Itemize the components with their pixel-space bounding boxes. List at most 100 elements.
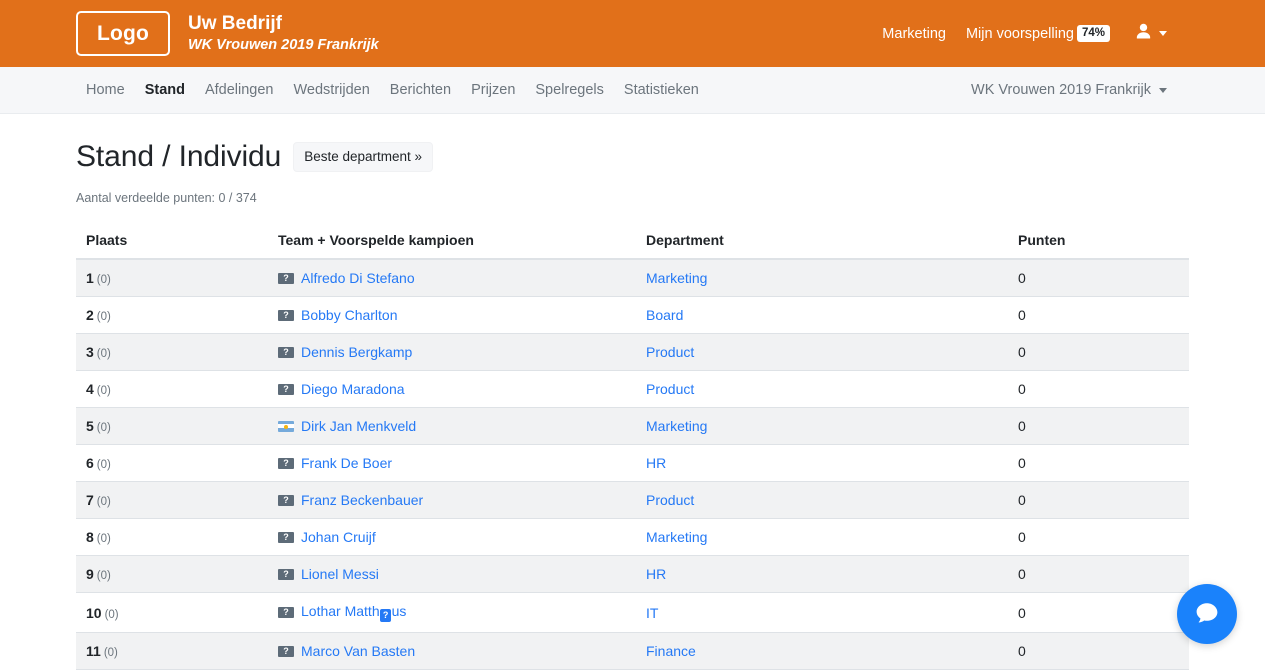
chevron-down-icon bbox=[1159, 87, 1167, 93]
table-row: 11 (0)? Marco Van Basten Finance 0 bbox=[76, 632, 1189, 670]
user-icon bbox=[1134, 22, 1153, 46]
table-row: 1 (0)? Alfredo Di Stefano Marketing 0 bbox=[76, 258, 1189, 297]
rank-delta: (0) bbox=[96, 459, 111, 471]
cell-department: HR bbox=[636, 444, 1008, 482]
cell-team: Dirk Jan Menkveld bbox=[268, 407, 636, 445]
team-name-link[interactable]: Marco Van Basten bbox=[301, 643, 415, 659]
rank-number: 5 bbox=[86, 418, 94, 434]
table-row: 2 (0) ? Bobby Charlton Board 0 bbox=[76, 296, 1189, 334]
flag-icon-unknown: ? bbox=[278, 346, 294, 358]
rank-number: 7 bbox=[86, 492, 94, 508]
tournament-selector[interactable]: WK Vrouwen 2019 Frankrijk bbox=[971, 82, 1245, 98]
nav-item-afdelingen[interactable]: Afdelingen bbox=[195, 82, 284, 98]
column-header-plaats: Plaats bbox=[76, 223, 268, 260]
department-link[interactable]: Product bbox=[646, 381, 694, 397]
header-link-marketing[interactable]: Marketing bbox=[872, 26, 956, 42]
cell-punten: 0 bbox=[1008, 333, 1189, 371]
team-name-link[interactable]: Dennis Bergkamp bbox=[301, 344, 412, 360]
cell-plaats: 7 (0) bbox=[76, 481, 268, 519]
user-menu[interactable] bbox=[1134, 22, 1167, 46]
nav-item-spelregels[interactable]: Spelregels bbox=[525, 82, 614, 98]
department-link[interactable]: IT bbox=[646, 605, 658, 621]
logo-text: Logo bbox=[96, 21, 150, 45]
department-link[interactable]: Finance bbox=[646, 643, 696, 659]
team-name-link[interactable]: Diego Maradona bbox=[301, 381, 405, 397]
nav-item-prijzen[interactable]: Prijzen bbox=[461, 82, 525, 98]
nav-item-statistieken[interactable]: Statistieken bbox=[614, 82, 709, 98]
nav-item-stand[interactable]: Stand bbox=[135, 82, 195, 98]
department-link[interactable]: HR bbox=[646, 455, 666, 471]
department-link[interactable]: Marketing bbox=[646, 529, 707, 545]
chevron-down-icon bbox=[1159, 31, 1167, 36]
rank-number: 1 bbox=[86, 270, 94, 286]
flag-icon-argentina bbox=[278, 420, 294, 432]
department-link[interactable]: Product bbox=[646, 492, 694, 508]
flag-icon-unknown: ? bbox=[278, 531, 294, 543]
chat-bubble-icon bbox=[1192, 598, 1222, 631]
team-name-link[interactable]: Frank De Boer bbox=[301, 455, 392, 471]
cell-punten: 0 bbox=[1008, 296, 1189, 334]
team-name-link[interactable]: Lothar Matth? us bbox=[301, 603, 406, 622]
rank-number: 2 bbox=[86, 307, 94, 323]
standings-table: Plaats Team + Voorspelde kampioen Depart… bbox=[76, 223, 1189, 672]
rank-delta: (0) bbox=[103, 647, 118, 659]
nav-items: Home Stand Afdelingen Wedstrijden Berich… bbox=[76, 82, 709, 98]
table-header-row: Plaats Team + Voorspelde kampioen Depart… bbox=[76, 223, 1189, 260]
cell-punten: 0 bbox=[1008, 555, 1189, 593]
cell-punten: 0 bbox=[1008, 481, 1189, 519]
logo-box[interactable]: Logo bbox=[76, 11, 170, 56]
cell-department: Finance bbox=[636, 632, 1008, 670]
flag-icon-unknown: ? bbox=[278, 272, 294, 284]
cell-punten: 0 bbox=[1008, 370, 1189, 408]
department-link[interactable]: Marketing bbox=[646, 270, 707, 286]
flag-icon-unknown: ? bbox=[278, 645, 294, 657]
cell-plaats: 3 (0) bbox=[76, 333, 268, 371]
table-row: 8 (0)? Johan Cruijf Marketing 0 bbox=[76, 518, 1189, 556]
rank-delta: (0) bbox=[96, 311, 111, 323]
secondary-nav: Home Stand Afdelingen Wedstrijden Berich… bbox=[0, 67, 1265, 114]
cell-team: ? Diego Maradona bbox=[268, 370, 636, 408]
department-link[interactable]: Marketing bbox=[646, 418, 707, 434]
best-department-button[interactable]: Beste department » bbox=[293, 141, 434, 173]
cell-plaats: 8 (0) bbox=[76, 518, 268, 556]
department-link[interactable]: Board bbox=[646, 307, 683, 323]
rank-delta: (0) bbox=[96, 570, 111, 582]
cell-department: HR bbox=[636, 555, 1008, 593]
nav-item-home[interactable]: Home bbox=[76, 82, 135, 98]
my-prediction-label: Mijn voorspelling bbox=[965, 26, 1074, 42]
brand[interactable]: Logo Uw Bedrijf WK Vrouwen 2019 Frankrij… bbox=[76, 11, 379, 56]
team-name-link[interactable]: Lionel Messi bbox=[301, 566, 379, 582]
table-row: 4 (0)? Diego Maradona Product 0 bbox=[76, 370, 1189, 408]
team-name-link[interactable]: Bobby Charlton bbox=[301, 307, 398, 323]
cell-plaats: 9 (0) bbox=[76, 555, 268, 593]
team-name-link[interactable]: Franz Beckenbauer bbox=[301, 492, 423, 508]
cell-department: Product bbox=[636, 481, 1008, 519]
cell-punten: 0 bbox=[1008, 518, 1189, 556]
header-link-my-prediction[interactable]: Mijn voorspelling 74% bbox=[956, 25, 1120, 42]
company-name: Uw Bedrijf bbox=[188, 13, 282, 35]
cell-team: ? Frank De Boer bbox=[268, 444, 636, 482]
team-name-link[interactable]: Alfredo Di Stefano bbox=[301, 270, 415, 286]
chat-button[interactable] bbox=[1177, 584, 1237, 644]
nav-item-wedstrijden[interactable]: Wedstrijden bbox=[284, 82, 380, 98]
nav-item-berichten[interactable]: Berichten bbox=[380, 82, 461, 98]
cell-team: ? Bobby Charlton bbox=[268, 296, 636, 334]
team-name-link[interactable]: Dirk Jan Menkveld bbox=[301, 418, 416, 434]
cell-department: Board bbox=[636, 296, 1008, 334]
flag-icon-unknown: ? bbox=[278, 383, 294, 395]
department-link[interactable]: HR bbox=[646, 566, 666, 582]
column-header-team: Team + Voorspelde kampioen bbox=[268, 223, 636, 260]
rank-delta: (0) bbox=[96, 533, 111, 545]
cell-punten: 0 bbox=[1008, 407, 1189, 445]
department-link[interactable]: Product bbox=[646, 344, 694, 360]
cell-plaats: 1 (0) bbox=[76, 258, 268, 297]
cell-team: ? Marco Van Basten bbox=[268, 632, 636, 670]
cell-plaats: 4 (0) bbox=[76, 370, 268, 408]
cell-department: Product bbox=[636, 370, 1008, 408]
cell-department: Marketing bbox=[636, 518, 1008, 556]
flag-icon-unknown: ? bbox=[278, 568, 294, 580]
prediction-percent-badge: 74% bbox=[1076, 25, 1110, 42]
team-name-link[interactable]: Johan Cruijf bbox=[301, 529, 376, 545]
column-header-dept: Department bbox=[636, 223, 1008, 260]
rank-delta: (0) bbox=[96, 496, 111, 508]
